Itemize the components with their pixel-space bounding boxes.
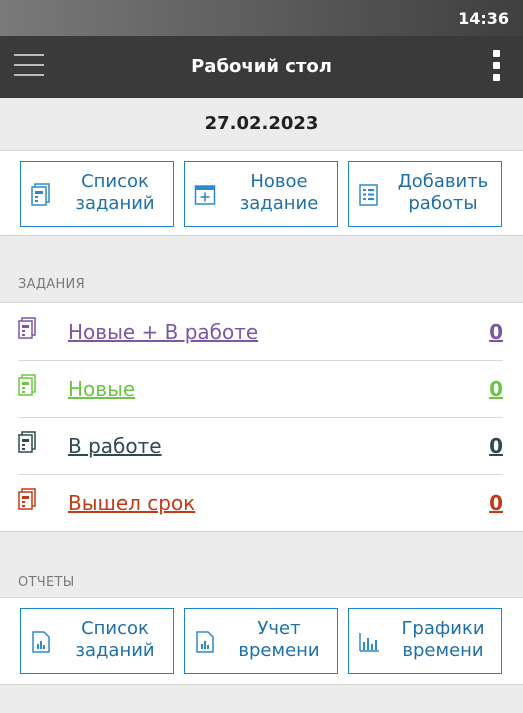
app-bar: Рабочий стол [0, 36, 523, 98]
report-list-icon [32, 631, 50, 653]
new-task-button[interactable]: Новое задание [184, 161, 338, 227]
quick-actions-panel: Список заданий Новое задание Добавить работ… [0, 150, 523, 236]
add-work-icon [359, 184, 378, 206]
task-list-button[interactable]: Список заданий [20, 161, 174, 227]
current-date: 27.02.2023 [204, 113, 319, 134]
task-list-button-label: Список заданий [75, 171, 155, 214]
time-chart-icon [359, 633, 379, 652]
task-row-in-progress[interactable]: В работе 0 [0, 417, 523, 474]
time-report-button-label: Учет времени [238, 618, 320, 661]
add-work-button-label: Добавить работы [397, 171, 489, 214]
task-list-icon [18, 317, 36, 339]
time-charts-button-label: Графики времени [401, 618, 485, 661]
reports-panel: Список заданий Учет времени Графики времени [0, 597, 523, 685]
tasks-section-title: ЗАДАНИЯ [18, 277, 85, 292]
task-row-new-in-progress[interactable]: Новые + В работе 0 [0, 303, 523, 360]
time-report-button[interactable]: Учет времени [184, 608, 338, 674]
new-task-icon [194, 185, 216, 205]
new-task-button-label: Новое задание [239, 171, 319, 214]
task-list-icon [18, 488, 36, 510]
report-task-list-button[interactable]: Список заданий [20, 608, 174, 674]
task-row-count[interactable]: 0 [489, 320, 503, 344]
status-bar: 14:36 [0, 0, 523, 36]
task-row-new[interactable]: Новые 0 [0, 360, 523, 417]
task-row-label[interactable]: Вышел срок [68, 491, 195, 515]
report-task-list-button-label: Список заданий [75, 618, 155, 661]
time-charts-button[interactable]: Графики времени [348, 608, 502, 674]
more-vert-icon[interactable] [493, 50, 501, 84]
reports-section-title: ОТЧЕТЫ [18, 575, 75, 590]
tasks-panel: Новые + В работе 0 Новые 0 В работе 0 Вы… [0, 302, 523, 532]
time-report-icon [196, 631, 214, 653]
page-title: Рабочий стол [191, 56, 332, 77]
task-row-count[interactable]: 0 [489, 377, 503, 401]
task-row-overdue[interactable]: Вышел срок 0 [0, 474, 523, 531]
task-list-icon [31, 183, 50, 206]
task-list-icon [18, 374, 36, 396]
task-list-icon [18, 431, 36, 453]
status-time: 14:36 [458, 9, 509, 28]
add-work-button[interactable]: Добавить работы [348, 161, 502, 227]
task-row-count[interactable]: 0 [489, 434, 503, 458]
task-row-label[interactable]: В работе [68, 434, 162, 458]
task-row-count[interactable]: 0 [489, 491, 503, 515]
task-row-label[interactable]: Новые [68, 377, 135, 401]
task-row-label[interactable]: Новые + В работе [68, 320, 258, 344]
